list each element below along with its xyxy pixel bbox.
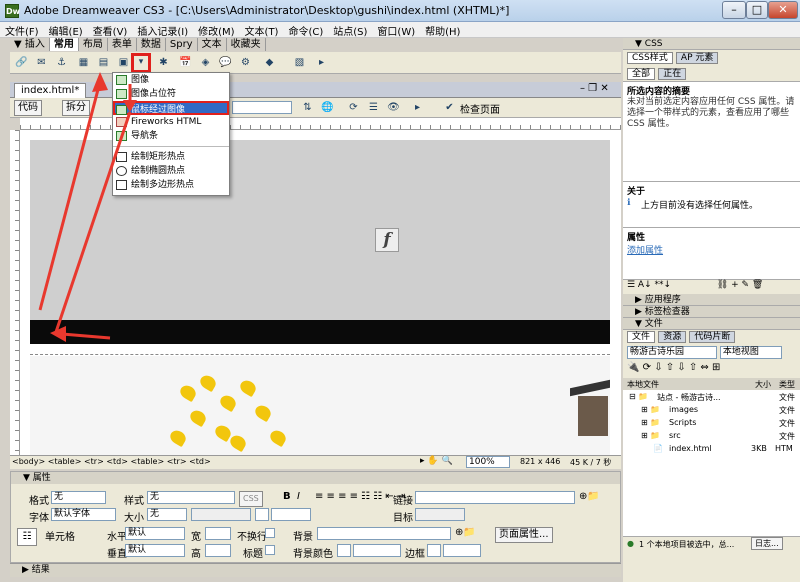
annotation-arrows <box>38 72 137 342</box>
arrow-diag-line <box>53 111 132 336</box>
arrow-down-head <box>123 100 137 112</box>
arrow-up-line <box>38 81 102 311</box>
arrow-left-line <box>61 332 111 340</box>
arrow-up-head <box>92 72 108 92</box>
